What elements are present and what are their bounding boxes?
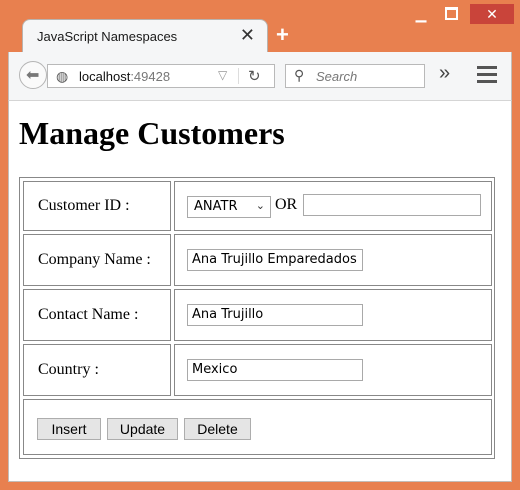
maximize-icon [444,7,458,20]
customer-id-label: Customer ID : [38,197,130,214]
minimize-window-button[interactable]: ▁ [408,4,434,24]
back-arrow-icon: ⬅ [26,67,40,84]
browser-tab[interactable]: JavaScript Namespaces ✕ [22,19,268,53]
customer-id-input[interactable] [303,194,481,216]
browser-window: JavaScript Namespaces ✕ + ▁ ✕ ⬅ ◍ localh… [0,0,520,490]
tab-strip: JavaScript Namespaces ✕ + ▁ ✕ [0,0,520,53]
or-label: OR [275,196,298,213]
customer-form-table: Customer ID : ANATR ⌄ OR Company Name : … [19,177,495,459]
close-window-button[interactable]: ✕ [470,4,514,24]
company-name-label: Company Name : [38,251,151,268]
search-box[interactable]: ⚲ Search [285,64,425,88]
country-label-cell: Country : [23,344,171,396]
hamburger-menu-icon[interactable] [477,66,497,87]
search-icon: ⚲ [294,67,305,83]
maximize-window-button[interactable] [438,4,464,24]
back-button[interactable]: ⬅ [19,61,47,89]
customer-id-label-cell: Customer ID : [23,181,171,231]
url-separator [238,68,239,84]
url-host: localhost [79,69,131,84]
insert-button[interactable]: Insert [37,418,101,440]
customer-id-value-cell: ANATR ⌄ OR [174,181,492,231]
contact-name-input[interactable]: Ana Trujillo [187,304,363,326]
delete-button[interactable]: Delete [184,418,251,440]
customer-id-selected-value: ANATR [194,199,238,214]
url-port: :49428 [130,69,171,84]
url-text: localhost:49428 [79,69,170,84]
company-name-value-cell: Ana Trujillo Emparedados [174,234,492,286]
address-bar[interactable]: ◍ localhost:49428 ▽ ↻ [47,64,275,88]
page-title: Manage Customers [19,115,285,151]
navigation-toolbar: ⬅ ◍ localhost:49428 ▽ ↻ ⚲ Search » [8,52,512,100]
customer-id-select[interactable]: ANATR ⌄ [187,196,271,218]
url-dropdown-icon[interactable]: ▽ [218,68,227,82]
update-button[interactable]: Update [107,418,178,440]
country-input[interactable]: Mexico [187,359,363,381]
chevron-down-icon: ⌄ [255,199,265,212]
tab-close-icon[interactable]: ✕ [240,25,255,46]
company-name-input[interactable]: Ana Trujillo Emparedados [187,249,363,271]
contact-name-label: Contact Name : [38,306,139,323]
reload-icon[interactable]: ↻ [248,67,261,85]
page-content: Manage Customers Customer ID : ANATR ⌄ O… [8,100,512,482]
toolbar-overflow-icon[interactable]: » [439,62,450,85]
action-buttons-cell: Insert Update Delete [23,399,492,455]
search-placeholder: Search [316,69,358,84]
tab-title: JavaScript Namespaces [37,29,178,44]
contact-name-value-cell: Ana Trujillo [174,289,492,341]
contact-name-label-cell: Contact Name : [23,289,171,341]
company-name-label-cell: Company Name : [23,234,171,286]
globe-icon: ◍ [56,68,69,84]
country-value-cell: Mexico [174,344,492,396]
country-label: Country : [38,361,99,378]
new-tab-button[interactable]: + [276,24,289,46]
